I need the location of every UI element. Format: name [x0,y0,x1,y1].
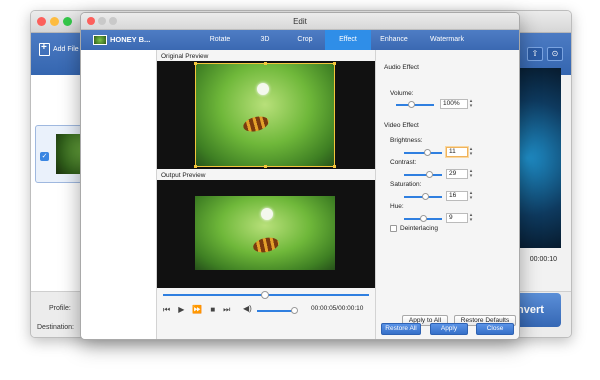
output-preview [157,180,375,288]
edit-close-dot[interactable] [87,17,95,25]
brightness-label: Brightness: [390,137,423,144]
hue-field[interactable]: 9 [446,213,468,223]
volume-icon[interactable]: ◀) [243,304,252,313]
video-effect-heading: Video Effect [384,122,419,129]
close-dot[interactable] [37,17,46,26]
edit-titlebar: Edit [81,13,519,30]
saturation-slider[interactable] [404,193,442,200]
volume-knob[interactable] [291,307,298,314]
add-file-label: Add File [53,46,79,53]
bee [251,235,281,255]
seek-knob[interactable] [261,291,269,299]
clip-tab[interactable]: HONEY B... [93,30,157,50]
hue-slider[interactable] [404,215,442,222]
volume-slider[interactable] [396,101,434,108]
tab-3d[interactable]: 3D [245,30,285,50]
output-preview-label: Output Preview [161,172,206,179]
profile-label: Profile: [49,305,71,312]
play-icon[interactable]: ▶ [178,305,184,317]
seek-bar[interactable] [163,291,369,299]
stop-icon[interactable]: ■ [210,305,215,317]
hue-label: Hue: [390,203,404,210]
restore-all-button[interactable]: Restore All [381,323,421,335]
brightness-stepper[interactable]: ▴ ▾ [468,147,474,157]
destination-label: Destination: [37,324,74,331]
contrast-knob[interactable] [426,171,433,178]
edit-dialog: Edit HONEY B... Rotate 3D Crop Effect En… [80,12,520,340]
brightness-knob[interactable] [424,149,431,156]
hue-stepper[interactable]: ▴ ▾ [468,213,474,223]
saturation-stepper[interactable]: ▴ ▾ [468,191,474,201]
crop-frame[interactable] [195,63,335,167]
tab-crop[interactable]: Crop [285,30,325,50]
edit-tabbar: HONEY B... Rotate 3D Crop Effect Enhance… [81,30,519,50]
add-file-icon [39,42,50,56]
deinterlacing-checkbox[interactable] [390,225,397,232]
contrast-field[interactable]: 29 [446,169,468,179]
saturation-field[interactable]: 16 [446,191,468,201]
clip-name: HONEY B... [110,35,151,44]
audio-effect-heading: Audio Effect [384,64,419,71]
deinterlacing-label: Deinterlacing [400,225,438,232]
original-preview [157,61,375,169]
tab-rotate[interactable]: Rotate [195,30,245,50]
output-frame [195,196,335,270]
brightness-field[interactable]: 11 [446,147,468,157]
close-button[interactable]: Close [476,323,514,335]
edit-title: Edit [293,17,307,26]
minimize-dot[interactable] [50,17,59,26]
effect-panel: Audio Effect Volume: 100% ▴ ▾ Video Effec… [375,50,519,339]
contrast-label: Contrast: [390,159,417,166]
tab-enhance[interactable]: Enhance [371,30,417,50]
playback-volume-slider[interactable] [257,307,298,314]
prev-icon[interactable]: ⏮ [163,305,170,317]
flower [261,208,273,220]
clip-strip [81,50,157,339]
volume-slider-knob[interactable] [408,101,415,108]
timecode: 00:00:05/00:00:10 [311,305,364,312]
brightness-slider[interactable] [404,149,442,156]
hue-knob[interactable] [420,215,427,222]
upload-icon[interactable]: ⇧ [527,47,543,61]
next-icon[interactable]: ⏭ [223,305,230,317]
clip-checkbox[interactable]: ✓ [40,152,49,161]
edit-minimize-dot[interactable] [98,17,106,25]
original-frame [194,62,336,168]
apply-button[interactable]: Apply [430,323,468,335]
playback-controls: ⏮ ▶ ⏩ ■ ⏭ [163,305,230,317]
saturation-knob[interactable] [422,193,429,200]
settings-icon[interactable]: ⊙ [547,47,563,61]
contrast-slider[interactable] [404,171,442,178]
volume-stepper[interactable]: ▴ ▾ [468,99,474,109]
original-preview-label: Original Preview [161,53,209,60]
add-file-button[interactable]: Add File [39,42,79,56]
volume-field[interactable]: 100% [440,99,468,109]
clip-tab-thumbnail [93,35,107,45]
volume-label: Volume: [390,90,414,97]
fast-forward-icon[interactable]: ⏩ [192,305,202,317]
tab-watermark[interactable]: Watermark [417,30,477,50]
edit-zoom-dot[interactable] [109,17,117,25]
main-time: 00:00:10 [529,256,557,263]
tab-effect[interactable]: Effect [325,30,371,50]
zoom-dot[interactable] [63,17,72,26]
contrast-stepper[interactable]: ▴ ▾ [468,169,474,179]
saturation-label: Saturation: [390,181,422,188]
